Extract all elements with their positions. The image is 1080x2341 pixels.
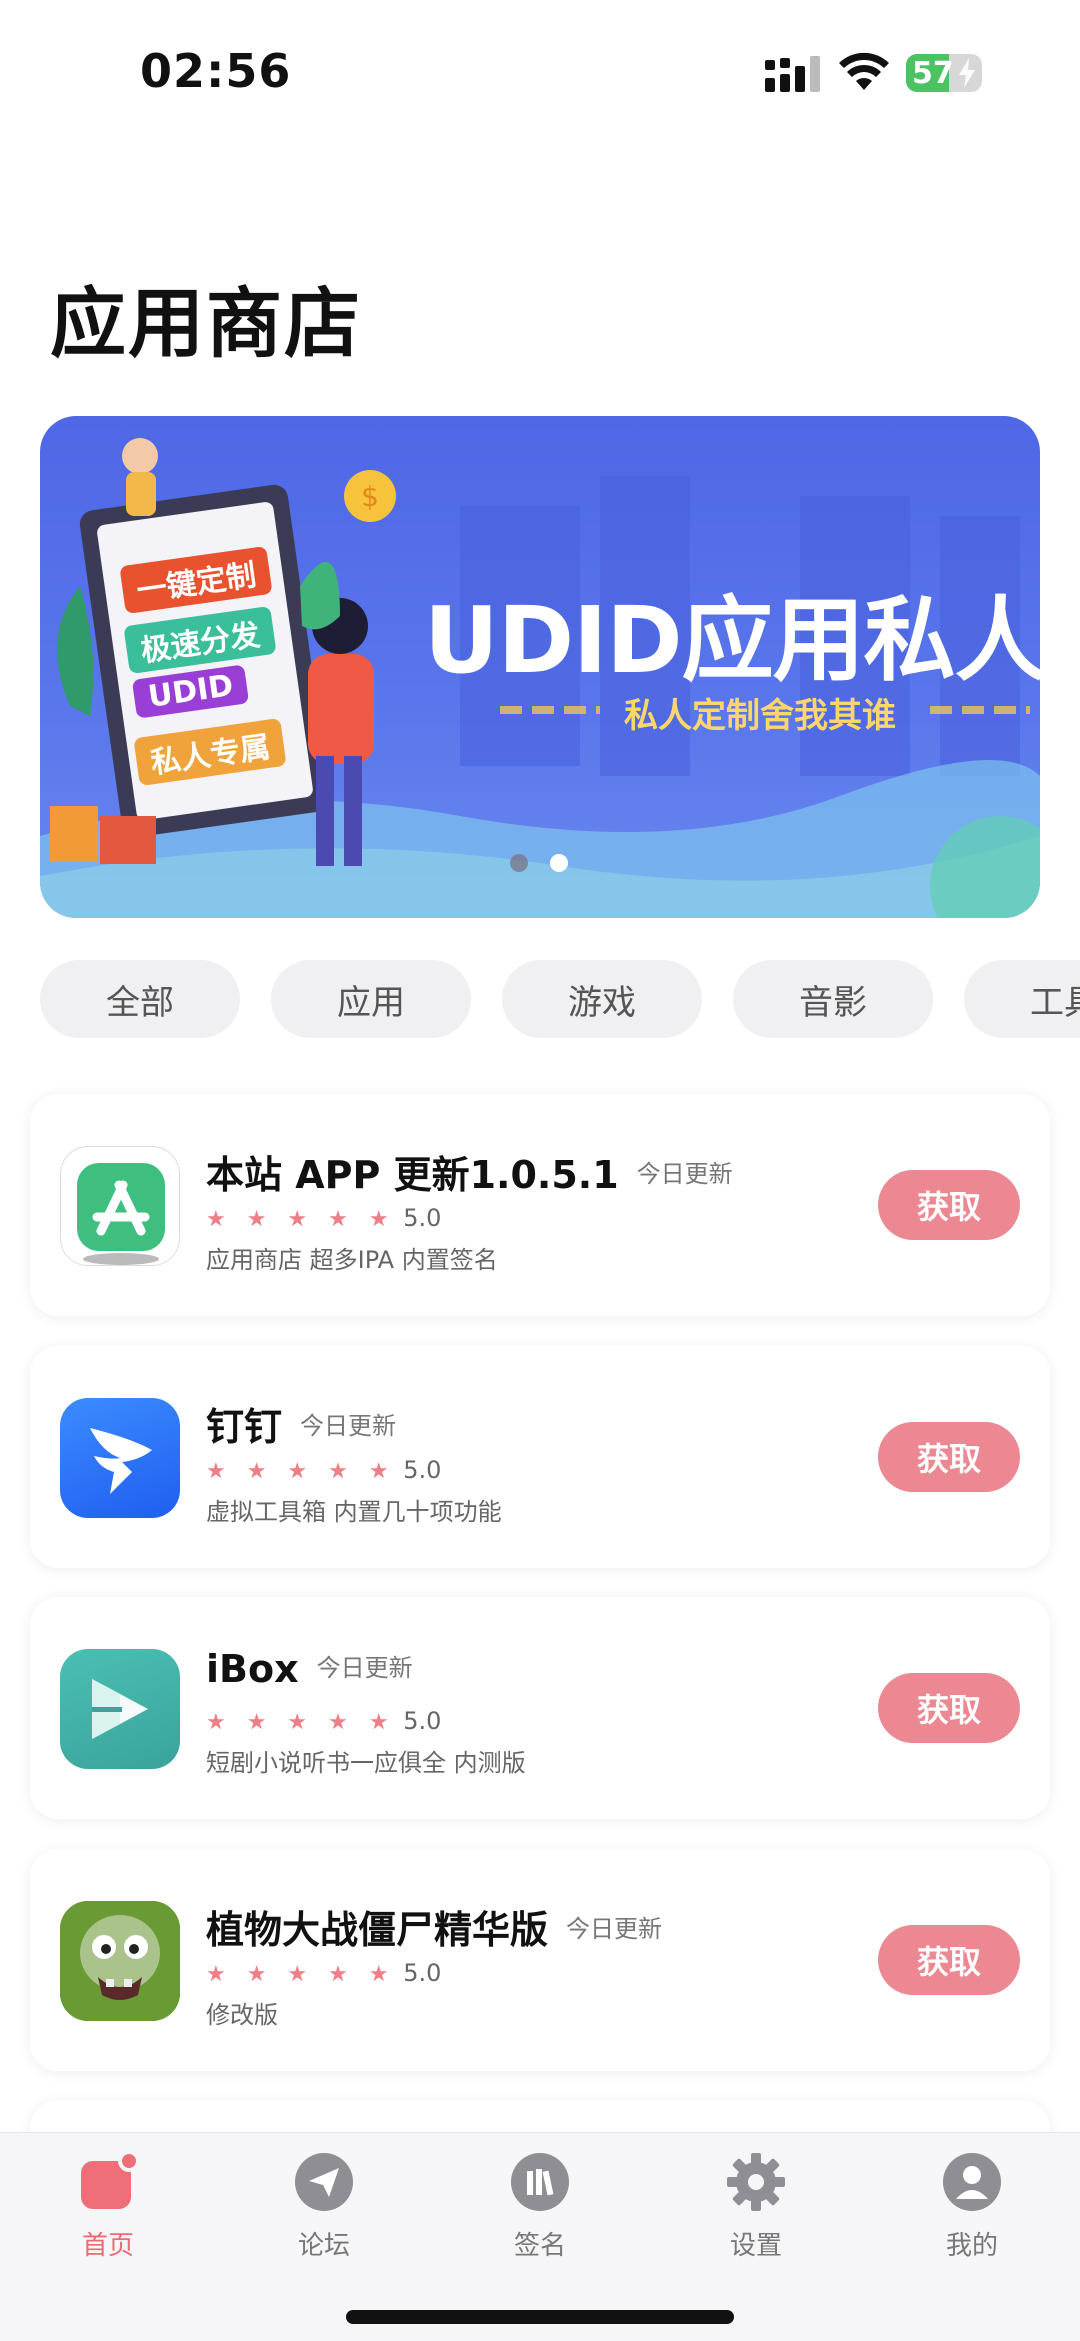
banner-subline: 私人定制舍我其谁 [624, 696, 896, 736]
get-button[interactable]: 获取 [878, 1170, 1020, 1240]
person-icon [943, 2153, 1001, 2211]
tab-label: 论坛 [297, 2231, 350, 2261]
app-rating: ★ ★ ★ ★ ★ 5.0 [206, 1707, 442, 1735]
wifi-icon [839, 52, 889, 90]
app-name: 本站 APP 更新1.0.5.1 今日更新 [206, 1153, 733, 1197]
tab-label: 首页 [81, 2231, 134, 2261]
tab-label: 我的 [945, 2231, 998, 2261]
home-icon [81, 2150, 140, 2209]
tab-settings[interactable]: 设置 [676, 2151, 836, 2262]
app-name: 植物大战僵尸精华版 今日更新 [206, 1908, 663, 1952]
gear-icon [727, 2153, 785, 2211]
battery-level: 57 [912, 56, 954, 91]
carousel-dots[interactable] [510, 854, 568, 872]
app-card[interactable]: 本站 APP 更新1.0.5.1 今日更新 ★ ★ ★ ★ ★ 5.0 应用商店 … [30, 1094, 1050, 1316]
svg-text:$: $ [361, 480, 379, 513]
app-description: 短剧小说听书一应俱全 内测版 [206, 1749, 526, 1777]
tab-label: 设置 [729, 2231, 782, 2261]
tab-label: 签名 [513, 2231, 566, 2261]
charging-bolt-icon [959, 58, 975, 88]
category-chip-media[interactable]: 音影 [733, 960, 933, 1038]
app-rating: ★ ★ ★ ★ ★ 5.0 [206, 1456, 442, 1484]
app-name: iBox 今日更新 [206, 1647, 413, 1691]
carousel-dot-active[interactable] [550, 854, 568, 872]
category-chip-all[interactable]: 全部 [40, 960, 240, 1038]
category-chip-games[interactable]: 游戏 [502, 960, 702, 1038]
app-description: 修改版 [206, 2001, 278, 2029]
app-card[interactable]: 植物大战僵尸精华版 今日更新 ★ ★ ★ ★ ★ 5.0 修改版 获取 [30, 1849, 1050, 2071]
dingtalk-icon [60, 1398, 180, 1518]
tab-profile[interactable]: 我的 [892, 2151, 1052, 2262]
ibox-icon [60, 1649, 180, 1769]
star-rating-icon: ★ ★ ★ ★ ★ [206, 1710, 396, 1735]
banner-headline: UDID应用私人定制 [424, 587, 1040, 694]
banner-decoration [930, 706, 1030, 714]
status-bar: 02:56 57 [0, 0, 1080, 140]
get-button[interactable]: 获取 [878, 1673, 1020, 1743]
app-rating: ★ ★ ★ ★ ★ 5.0 [206, 1204, 442, 1232]
tab-home[interactable]: 首页 [28, 2150, 188, 2262]
books-icon [511, 2153, 569, 2211]
carousel-dot[interactable] [510, 854, 528, 872]
tab-forum[interactable]: 论坛 [244, 2151, 404, 2262]
category-chip-apps[interactable]: 应用 [271, 960, 471, 1038]
star-rating-icon: ★ ★ ★ ★ ★ [206, 1962, 396, 1987]
update-badge: 今日更新 [566, 1915, 663, 1943]
paper-plane-icon [295, 2153, 353, 2211]
app-description: 虚拟工具箱 内置几十项功能 [206, 1498, 502, 1526]
home-indicator[interactable] [346, 2310, 734, 2324]
banner-decoration [500, 706, 600, 714]
app-description: 应用商店 超多IPA 内置签名 [206, 1246, 498, 1274]
promo-banner[interactable]: $ 一键定制 极速分发 UDID 私人专属 UDID应用私人定制 私人定制舍我其… [40, 416, 1040, 918]
update-badge: 今日更新 [636, 1160, 733, 1188]
battery-indicator: 57 [906, 54, 982, 92]
page-title: 应用商店 [50, 279, 362, 368]
star-rating-icon: ★ ★ ★ ★ ★ [206, 1459, 396, 1484]
get-button[interactable]: 获取 [878, 1422, 1020, 1492]
app-store-icon [60, 1146, 180, 1266]
get-button[interactable]: 获取 [878, 1925, 1020, 1995]
app-card[interactable]: 钉钉 今日更新 ★ ★ ★ ★ ★ 5.0 虚拟工具箱 内置几十项功能 获取 [30, 1346, 1050, 1568]
update-badge: 今日更新 [316, 1654, 413, 1682]
category-chip-tools[interactable]: 工具 [964, 960, 1080, 1038]
app-card[interactable]: iBox 今日更新 ★ ★ ★ ★ ★ 5.0 短剧小说听书一应俱全 内测版 获取 [30, 1597, 1050, 1819]
update-badge: 今日更新 [300, 1412, 397, 1440]
category-chips: 全部 应用 游戏 音影 工具 [40, 960, 1080, 1038]
star-rating-icon: ★ ★ ★ ★ ★ [206, 1207, 396, 1232]
zombie-icon [60, 1901, 180, 2021]
app-name: 钉钉 今日更新 [206, 1405, 397, 1449]
cellular-signal-icon [765, 56, 820, 92]
status-time: 02:56 [140, 44, 292, 98]
tab-sign[interactable]: 签名 [460, 2151, 620, 2262]
app-rating: ★ ★ ★ ★ ★ 5.0 [206, 1959, 442, 1987]
